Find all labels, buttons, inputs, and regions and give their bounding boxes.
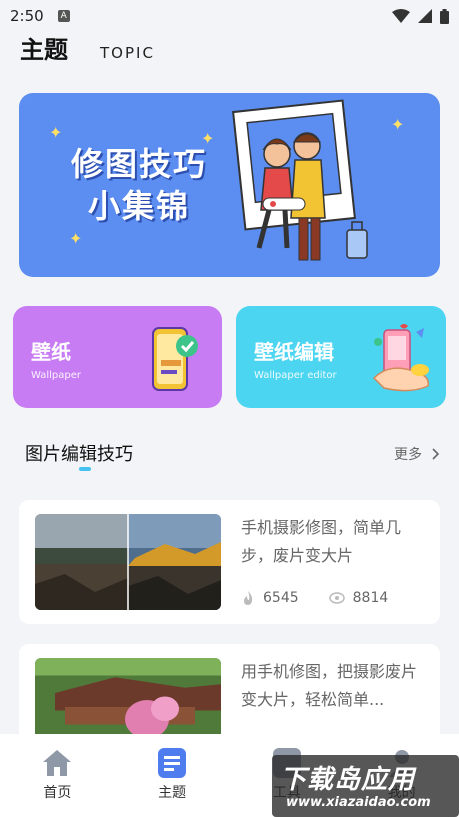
topic-icon (158, 748, 187, 778)
sparkle-icon: ✦ (69, 229, 83, 248)
nav-home[interactable]: 首页 (0, 734, 115, 817)
banner-line2: 小集锦 (88, 187, 191, 225)
banner-line1: 修图技巧 (71, 145, 208, 183)
chevron-right-icon (432, 448, 440, 460)
section-header: 图片编辑技巧 更多 (25, 440, 440, 471)
article-title: 用手机修图，把摄影废片变大片，轻松简单... (241, 662, 418, 709)
view-count: 8814 (352, 590, 389, 606)
sparkle-icon: ✦ (49, 123, 63, 142)
app-notification-icon: A (57, 10, 70, 22)
page-subtitle: TOPIC (100, 44, 155, 62)
sparkle-icon: ✦ (391, 115, 405, 134)
article-title: 手机摄影修图，简单几步，废片变大片 (241, 518, 402, 565)
eye-icon (328, 592, 345, 604)
wallpaper-card[interactable]: 壁纸 Wallpaper (13, 306, 222, 408)
article-card[interactable]: 手机摄影修图，简单几步，废片变大片 6545 8814 (19, 500, 440, 624)
wifi-icon (392, 9, 410, 23)
view-stat: 8814 (328, 590, 389, 606)
like-stat: 6545 (241, 590, 299, 606)
status-bar: 2:50 A (0, 0, 459, 32)
watermark-url: www.xiazaidao.com (286, 795, 431, 810)
article-thumbnail (35, 514, 221, 610)
couple-photo-frame-illustration (232, 99, 368, 261)
like-count: 6545 (263, 590, 299, 606)
page-header: 主题 TOPIC (20, 30, 155, 65)
section-underline (79, 467, 91, 471)
promo-banner[interactable]: ✦ ✦ ✦ ✦ 修图技巧 小集锦 (19, 93, 440, 277)
article-card[interactable]: 用手机修图，把摄影废片变大片，轻松简单... (19, 644, 440, 744)
nav-topic[interactable]: 主题 (115, 734, 230, 817)
wallpaper-editor-card[interactable]: 壁纸编辑 Wallpaper editor (236, 306, 446, 408)
page-title: 主题 (20, 36, 68, 64)
flame-like-icon (244, 591, 253, 605)
signal-icon (418, 9, 432, 23)
battery-icon (440, 8, 449, 24)
nav-topic-label: 主题 (158, 785, 187, 801)
watermark: 下载岛应用 www.xiazaidao.com (272, 755, 459, 817)
wallpaper-editor-card-title: 壁纸编辑 (254, 340, 334, 364)
home-icon (43, 750, 72, 776)
article-stats: 6545 8814 (241, 590, 418, 606)
watermark-main-text: 下载岛应用 (280, 765, 416, 795)
section-title: 图片编辑技巧 (25, 444, 133, 465)
wallpaper-card-title: 壁纸 (31, 340, 71, 364)
banner-text: 修图技巧 小集锦 (71, 143, 207, 227)
article-thumbnail (35, 658, 221, 742)
nav-home-label: 首页 (43, 785, 72, 801)
phone-check-icon (152, 327, 198, 391)
more-button[interactable]: 更多 (394, 444, 440, 464)
wallpaper-editor-card-subtitle: Wallpaper editor (254, 370, 337, 381)
more-label: 更多 (394, 447, 422, 463)
status-time: 2:50 (10, 7, 44, 25)
wallpaper-card-subtitle: Wallpaper (31, 370, 82, 381)
hand-phone-icon (372, 324, 429, 392)
